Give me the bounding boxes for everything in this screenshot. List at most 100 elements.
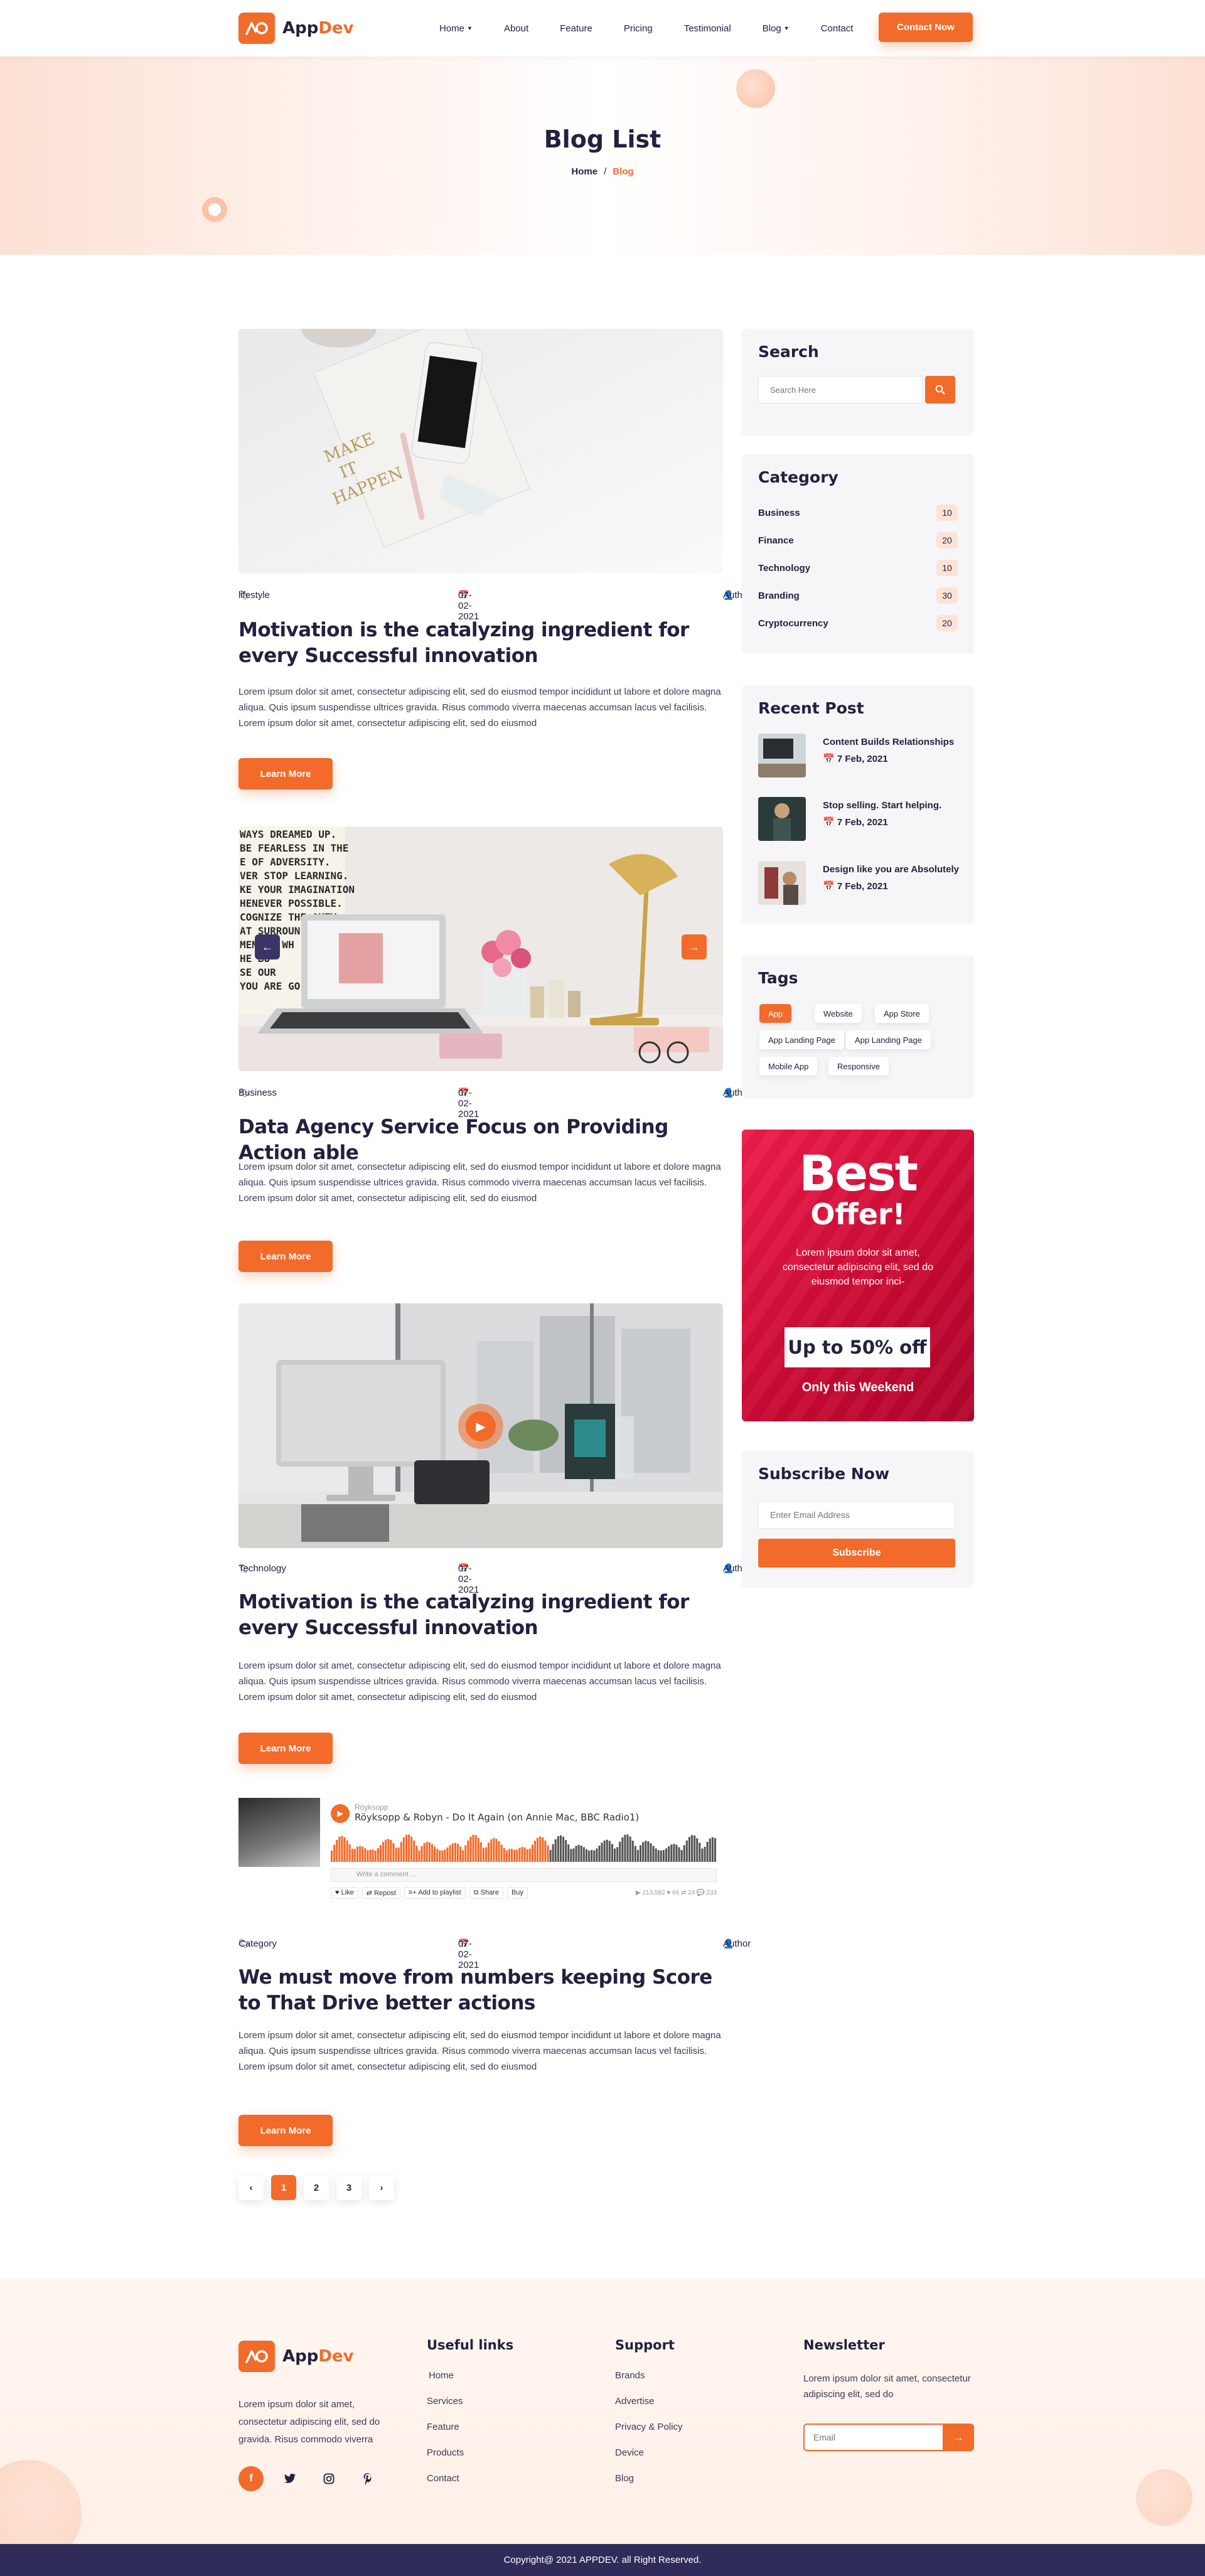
subscribe-email-input[interactable]	[758, 1501, 955, 1529]
waveform-bar	[670, 1844, 673, 1862]
footer-link[interactable]: Brands	[615, 2369, 683, 2395]
post-image[interactable]: MAKE IT HAPPEN	[238, 329, 723, 574]
slider-next-button[interactable]: →	[682, 934, 707, 959]
breadcrumb-home-link[interactable]: Home	[571, 166, 597, 177]
share-button[interactable]: ⧉ Share	[469, 1887, 503, 1899]
recent-post-item[interactable]: Content Builds Relationships 📅 7 Feb, 20…	[758, 734, 965, 781]
pagination-next-button[interactable]: ›	[369, 2175, 394, 2200]
tag-chip[interactable]: App Store	[875, 1004, 929, 1023]
audio-play-button[interactable]: ▶	[331, 1804, 350, 1823]
facebook-icon[interactable]: f	[238, 2466, 264, 2491]
audio-comment-input[interactable]: Write a comment ...	[331, 1868, 717, 1882]
footer-logo[interactable]: AppDev	[238, 2341, 354, 2372]
offer-note: Only this Weekend	[801, 1381, 914, 1394]
pagination-page-2[interactable]: 2	[304, 2175, 329, 2200]
offer-banner[interactable]: Best Offer! Lorem ipsum dolor sit amet, …	[742, 1130, 974, 1421]
waveform-bar	[387, 1839, 390, 1862]
waveform-bar	[614, 1848, 616, 1862]
learn-more-button[interactable]: Learn More	[238, 2115, 333, 2146]
category-item[interactable]: Technology 10	[758, 560, 958, 576]
brand-name: AppDev	[282, 2347, 354, 2366]
learn-more-button[interactable]: Learn More	[238, 1241, 333, 1272]
pagination-page-1[interactable]: 1	[271, 2175, 296, 2200]
twitter-icon[interactable]	[277, 2466, 303, 2491]
waveform-bar	[565, 1840, 567, 1862]
category-item[interactable]: Branding 30	[758, 587, 958, 604]
tag-chip[interactable]: Responsive	[828, 1057, 889, 1076]
waveform-bar	[691, 1835, 694, 1862]
waveform-bar	[493, 1837, 495, 1862]
waveform-bar	[456, 1844, 459, 1862]
category-widget: Category Business 10 Finance 20 Technology…	[742, 454, 974, 654]
poster-text: YOU ARE GO	[240, 980, 300, 992]
waveform-bar	[367, 1850, 369, 1862]
footer-link[interactable]: Products	[427, 2446, 513, 2472]
learn-more-button[interactable]: Learn More	[238, 758, 333, 789]
arrow-left-icon: ←	[262, 940, 273, 953]
repost-button[interactable]: ⇄ Repost	[362, 1887, 400, 1899]
post-title[interactable]: We must move from numbers keeping Score …	[238, 1965, 723, 2016]
waveform-bar	[444, 1849, 446, 1862]
learn-more-button[interactable]: Learn More	[238, 1733, 333, 1764]
recent-post-title: Stop selling. Start helping.	[823, 800, 942, 811]
contact-now-button[interactable]: Contact Now	[879, 13, 973, 42]
category-item[interactable]: Finance 20	[758, 532, 958, 548]
footer-link[interactable]: Contact	[427, 2472, 513, 2498]
audio-artist[interactable]: Röyksopp	[355, 1803, 388, 1812]
subscribe-button[interactable]: Subscribe	[758, 1539, 955, 1568]
waveform-bar	[688, 1837, 690, 1862]
slider-prev-button[interactable]: ←	[255, 934, 280, 959]
recent-post-item[interactable]: Design like you are Absolutely 📅 7 Feb, …	[758, 861, 965, 909]
footer-link[interactable]: Blog	[615, 2472, 683, 2498]
newsletter-submit-button[interactable]: →	[943, 2424, 974, 2451]
pagination-page-3[interactable]: 3	[336, 2175, 362, 2200]
tag-chip[interactable]: App Landing Page	[846, 1030, 931, 1049]
search-button[interactable]	[925, 376, 955, 404]
footer-link[interactable]: Feature	[427, 2420, 513, 2446]
tag-chip[interactable]: App Landing Page	[759, 1030, 844, 1049]
post-title[interactable]: Data Agency Service Focus on Providing A…	[238, 1114, 723, 1166]
category-count: 20	[936, 615, 958, 631]
play-icon: ▶	[466, 1411, 496, 1441]
brand-logo[interactable]: AppDev	[238, 13, 354, 44]
nav-item-about[interactable]: About	[504, 23, 528, 34]
waveform-bar	[711, 1837, 714, 1862]
post-title[interactable]: Motivation is the catalyzing ingredient …	[238, 1590, 723, 1641]
video-play-button[interactable]: ▶	[458, 1404, 503, 1449]
recent-post-item[interactable]: Stop selling. Start helping. 📅 7 Feb, 20…	[758, 797, 965, 845]
post-image-slider[interactable]: WAYS DREAMED UP. BE FEARLESS IN THE E OF…	[238, 826, 723, 1071]
pinterest-icon[interactable]	[355, 2466, 380, 2491]
buy-button[interactable]: Buy	[506, 1887, 528, 1899]
footer-link[interactable]: Privacy & Policy	[615, 2420, 683, 2446]
footer-link[interactable]: Services	[427, 2395, 513, 2420]
search-input[interactable]	[758, 376, 923, 404]
post-title[interactable]: Motivation is the catalyzing ingredient …	[238, 617, 723, 669]
audio-track-title[interactable]: Röyksopp & Robyn - Do It Again (on Annie…	[355, 1812, 639, 1823]
nav-item-feature[interactable]: Feature	[560, 23, 592, 34]
tag-chip[interactable]: App	[759, 1004, 792, 1023]
waveform-bar	[603, 1840, 606, 1862]
add-to-playlist-button[interactable]: ≡+ Add to playlist	[404, 1887, 466, 1899]
waveform-bar	[477, 1837, 479, 1862]
nav-item-pricing[interactable]: Pricing	[624, 23, 653, 34]
tag-chip[interactable]: Mobile App	[759, 1057, 818, 1076]
like-button[interactable]: ♥ Like	[331, 1887, 358, 1899]
nav-item-testimonial[interactable]: Testimonial	[684, 23, 731, 34]
post-video[interactable]: ▶	[238, 1303, 723, 1548]
waveform-bar	[439, 1850, 441, 1862]
category-item[interactable]: Business 10	[758, 505, 958, 521]
newsletter-email-input[interactable]	[803, 2424, 943, 2451]
pagination-prev-button[interactable]: ‹	[238, 2175, 264, 2200]
nav-item-home[interactable]: Home ▼	[439, 23, 473, 34]
brand-name: AppDev	[282, 19, 354, 38]
footer-link[interactable]: Advertise	[615, 2395, 683, 2420]
footer-link[interactable]: Home	[427, 2369, 513, 2395]
nav-item-contact[interactable]: Contact	[821, 23, 854, 34]
audio-waveform[interactable]	[331, 1830, 717, 1862]
tag-chip[interactable]: Website	[815, 1004, 862, 1023]
footer-link[interactable]: Device	[615, 2446, 683, 2472]
instagram-icon[interactable]	[316, 2466, 341, 2491]
category-item[interactable]: Cryptocurrency 20	[758, 615, 958, 631]
nav-item-blog[interactable]: Blog ▼	[763, 23, 790, 34]
waveform-bar	[593, 1850, 596, 1862]
